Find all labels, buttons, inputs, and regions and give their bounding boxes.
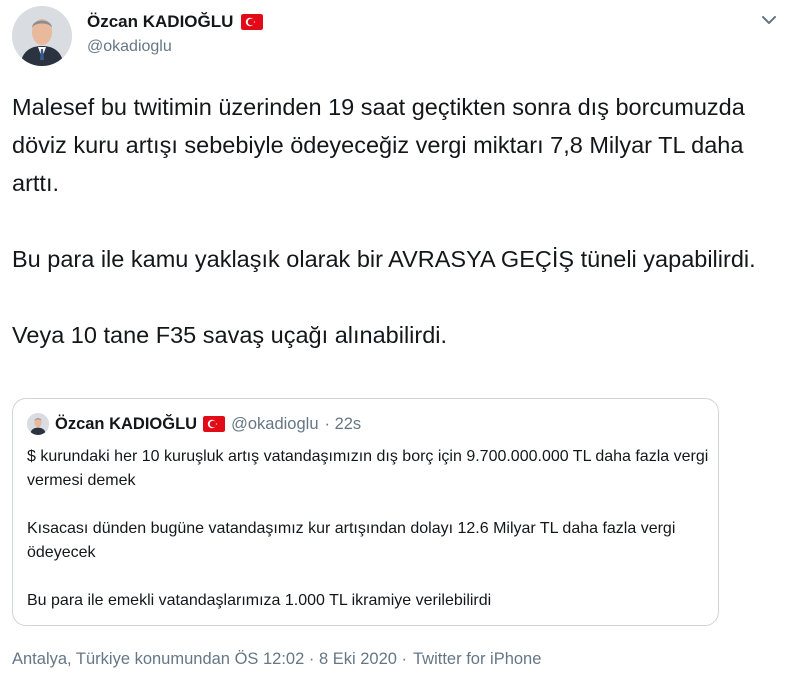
author-handle[interactable]: @okadioglu: [87, 38, 172, 56]
quoted-timestamp: · 22s: [324, 414, 362, 433]
chevron-down-icon[interactable]: [757, 8, 781, 32]
quoted-author-handle: @okadioglu: [231, 414, 319, 433]
quoted-paragraph: Bu para ile emekli vatandaşlarımıza 1.00…: [27, 592, 492, 609]
avatar-portrait-icon: [12, 6, 72, 66]
tweet-location-time[interactable]: Antalya, Türkiye konumundan ÖS 12:02 · 8…: [12, 650, 407, 669]
author-name[interactable]: Özcan KADIOĞLU: [87, 12, 233, 32]
avatar[interactable]: [12, 6, 72, 66]
turkey-flag-icon: [203, 416, 226, 432]
quoted-tweet[interactable]: Özcan KADIOĞLU @okadioglu · 22s $ kurund…: [12, 398, 719, 626]
quoted-paragraph: Kısacası dünden bugüne vatandaşımız kur …: [27, 520, 676, 561]
tweet-paragraph: Malesef bu twitimin üzerinden 19 saat ge…: [12, 94, 745, 196]
quoted-tweet-text: $ kurundaki her 10 kuruşluk artış vatand…: [27, 445, 717, 613]
tweet-source-link[interactable]: Twitter for iPhone: [413, 650, 541, 669]
quoted-avatar: [27, 413, 49, 435]
tweet-metadata: Antalya, Türkiye konumundan ÖS 12:02 · 8…: [12, 650, 541, 669]
tweet-text: Malesef bu twitimin üzerinden 19 saat ge…: [12, 88, 772, 354]
avatar-portrait-icon: [27, 413, 49, 435]
author-name-row: Özcan KADIOĞLU: [87, 12, 264, 32]
quoted-tweet-header: Özcan KADIOĞLU @okadioglu · 22s: [27, 413, 361, 435]
quoted-paragraph: $ kurundaki her 10 kuruşluk artış vatand…: [27, 448, 709, 489]
tweet-paragraph: Veya 10 tane F35 savaş uçağı alınabilird…: [12, 322, 448, 348]
tweet-paragraph: Bu para ile kamu yaklaşık olarak bir AVR…: [12, 246, 756, 272]
tweet-header: Özcan KADIOĞLU @okadioglu: [12, 6, 783, 68]
quoted-author-name: Özcan KADIOĞLU: [55, 414, 198, 433]
turkey-flag-icon: [241, 14, 264, 30]
